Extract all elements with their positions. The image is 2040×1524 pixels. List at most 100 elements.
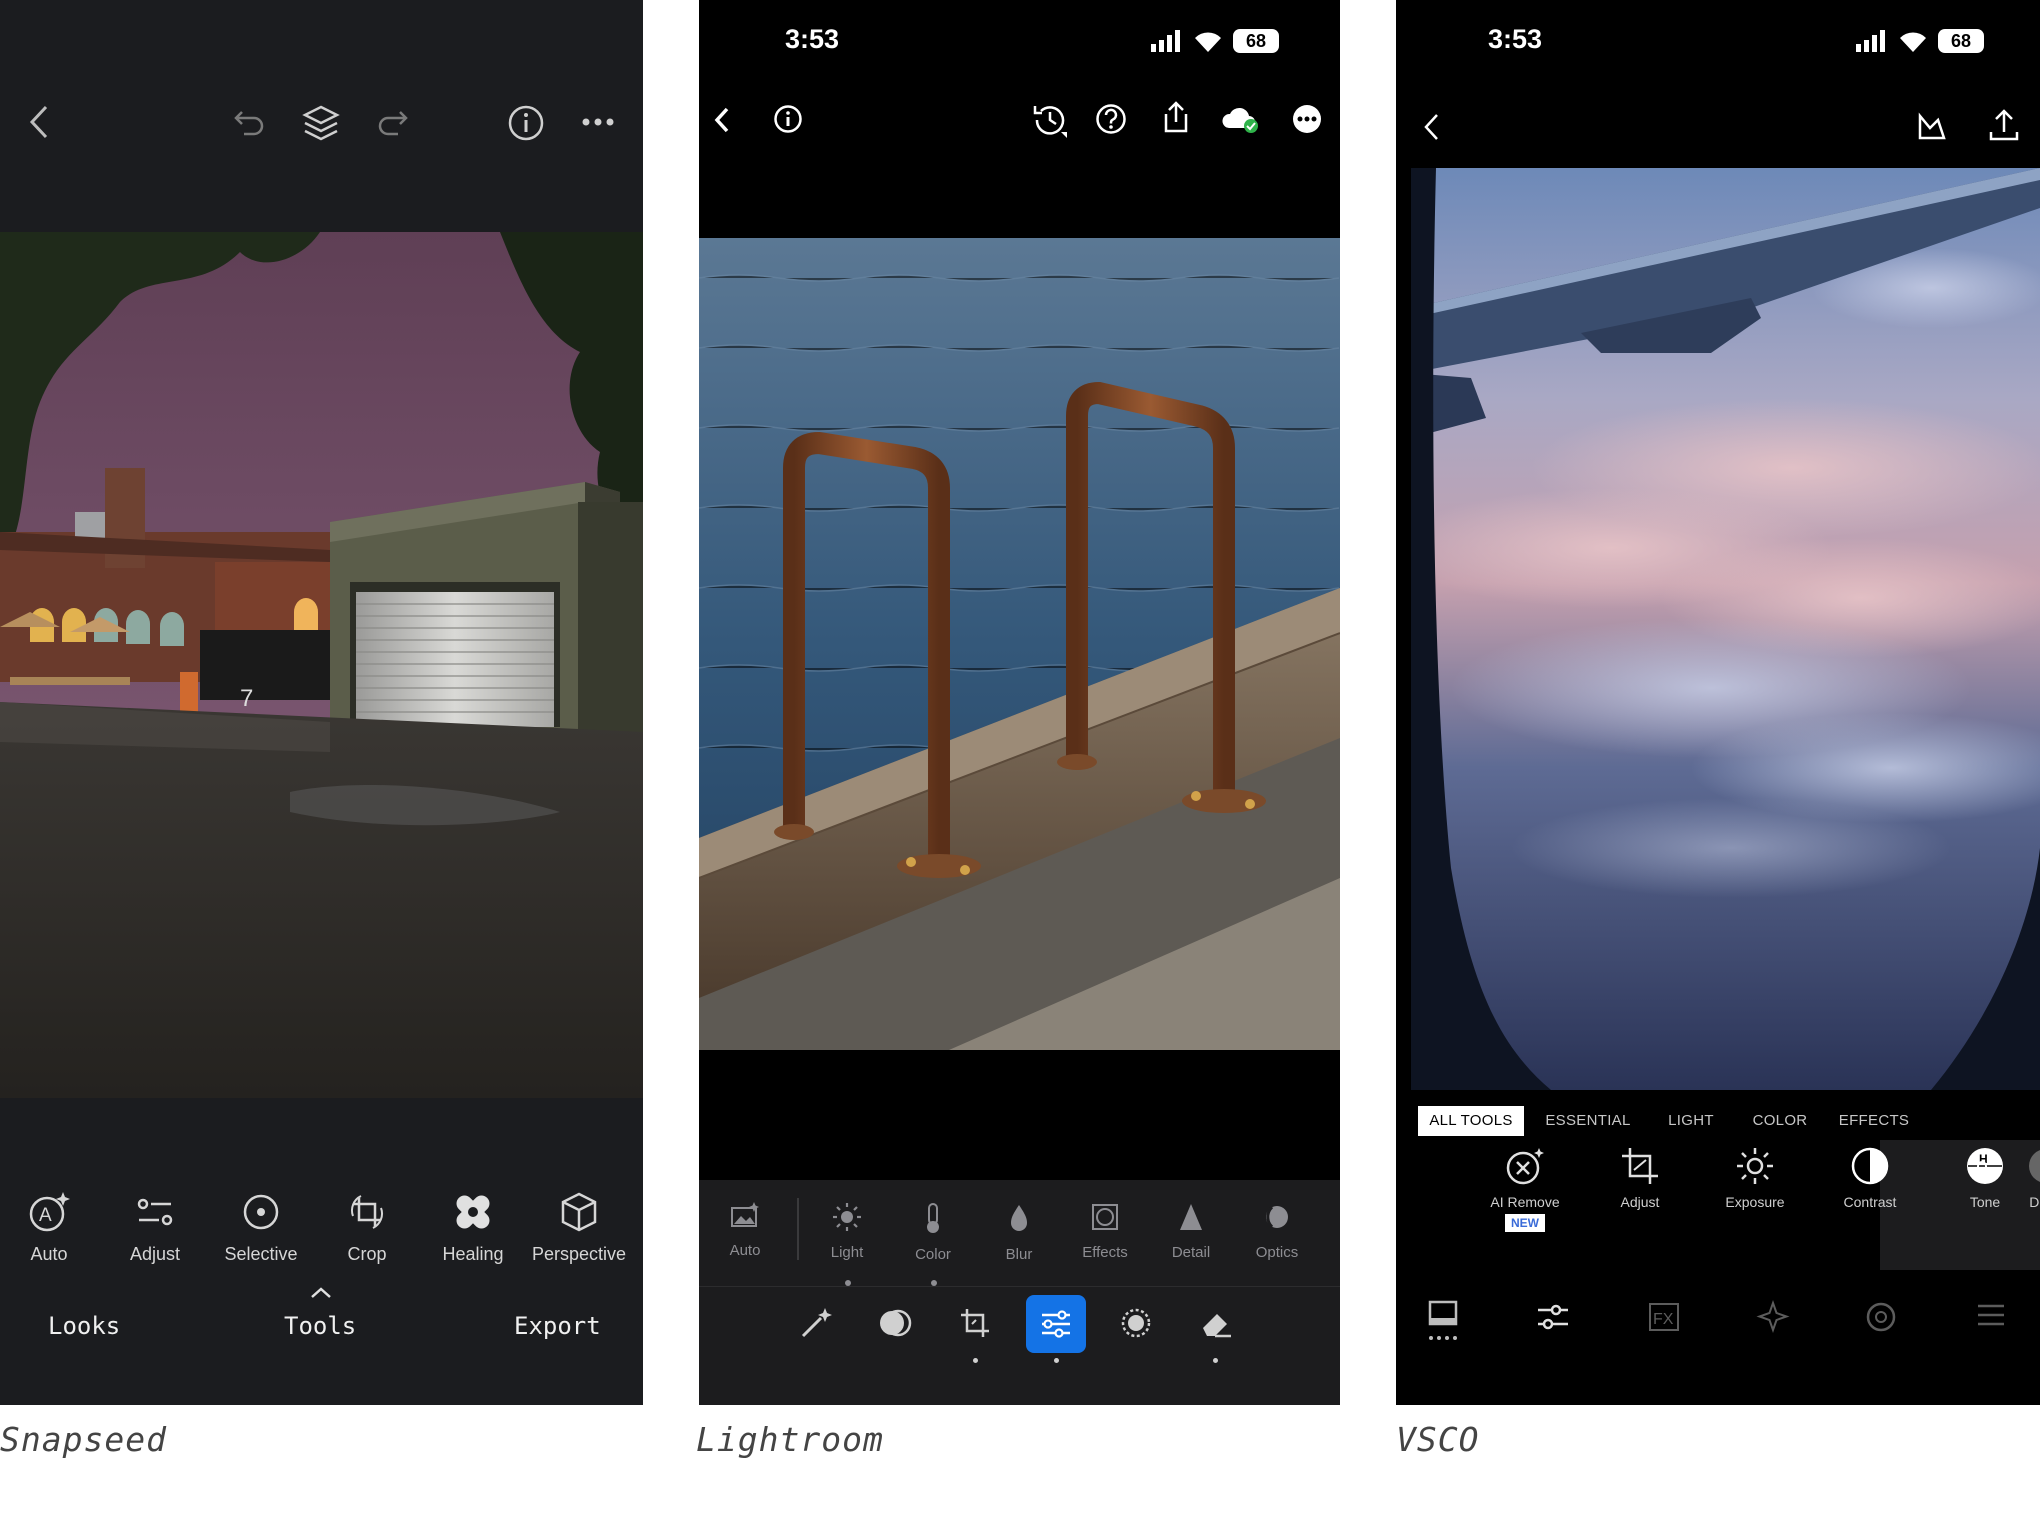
auto-enhance-icon[interactable] [799, 1306, 833, 1340]
signal-icon [1856, 30, 1890, 52]
tool-label: Effects [1082, 1244, 1128, 1261]
crop-icon [314, 1190, 420, 1234]
contrast-icon [1820, 1146, 1920, 1186]
export-icon[interactable] [1988, 108, 2020, 142]
presets-icon[interactable] [879, 1306, 913, 1340]
photo-canvas[interactable] [699, 238, 1340, 1050]
redo-icon[interactable] [376, 108, 408, 138]
history-icon[interactable] [1864, 1300, 1898, 1334]
masking-icon[interactable] [1119, 1306, 1153, 1340]
tool-adjust[interactable]: Adjust [102, 1190, 208, 1265]
tool-ai-remove[interactable]: AI Remove NEW [1475, 1146, 1575, 1232]
tool-optics[interactable]: Optics [1237, 1202, 1317, 1261]
mode-indicator-dot [973, 1358, 978, 1363]
tool-label: Contrast [1843, 1194, 1897, 1210]
battery-indicator: 68 [1233, 29, 1279, 53]
history-icon[interactable] [1031, 102, 1069, 138]
more-icon[interactable] [582, 118, 614, 126]
more-icon[interactable] [1292, 104, 1322, 134]
new-badge: NEW [1505, 1214, 1545, 1232]
auto-icon [705, 1202, 785, 1230]
sparkle-icon[interactable] [1756, 1299, 1790, 1334]
remove-eraser-icon[interactable] [1199, 1306, 1233, 1340]
status-time: 3:53 [785, 24, 840, 54]
cloud-sync-icon[interactable] [1221, 104, 1261, 134]
tab-essential[interactable]: ESSENTIAL [1536, 1106, 1640, 1136]
tool-auto[interactable]: A Auto [0, 1190, 102, 1265]
tool-label: Auto [729, 1242, 761, 1259]
tool-label: Dodg [2029, 1194, 2040, 1210]
light-icon [807, 1202, 887, 1232]
tool-label: Healing [442, 1244, 504, 1264]
tool-adjust[interactable]: Adjust [1590, 1146, 1690, 1210]
presets-icon[interactable] [1426, 1300, 1460, 1342]
tool-detail[interactable]: Detail [1151, 1202, 1231, 1261]
list-icon[interactable] [1974, 1300, 2008, 1330]
back-icon[interactable] [713, 106, 731, 134]
fx-icon[interactable]: FX [1648, 1302, 1680, 1332]
selective-icon [208, 1190, 314, 1234]
undo-icon[interactable] [234, 108, 266, 138]
back-icon[interactable] [1422, 112, 1440, 142]
back-icon[interactable] [28, 104, 50, 140]
lock-icon [1974, 1160, 1990, 1180]
vsco-screen: 3:53 68 ALL TOOLS ESSENTIAL LIGHT COLOR … [1396, 0, 2040, 1405]
dodge-icon [1996, 1146, 2040, 1186]
nav-export[interactable]: Export [514, 1312, 601, 1340]
tool-label: Auto [30, 1244, 68, 1264]
auto-icon: A [0, 1190, 102, 1234]
svg-text:FX: FX [1653, 1311, 1674, 1328]
layers-icon[interactable] [302, 104, 340, 142]
adjust-icon [102, 1190, 208, 1234]
caption-snapseed: Snapseed [0, 1420, 167, 1459]
edit-mode-button-active[interactable] [1026, 1295, 1086, 1353]
tool-label: Color [915, 1246, 951, 1263]
tool-auto[interactable]: Auto [705, 1202, 785, 1259]
tool-label: Perspective [531, 1244, 627, 1264]
help-icon[interactable] [1095, 103, 1127, 135]
tab-all-tools[interactable]: ALL TOOLS [1418, 1106, 1524, 1136]
toolbar-divider [797, 1198, 799, 1260]
tools-sliders-icon[interactable] [1536, 1302, 1570, 1332]
tool-label: Adjust [1620, 1194, 1660, 1210]
svg-text:A: A [39, 1205, 52, 1226]
mode-indicator-dot [1213, 1358, 1218, 1363]
caption-vsco: VSCO [1396, 1420, 1480, 1459]
tool-label: Adjust [129, 1244, 181, 1264]
ai-remove-icon [1475, 1146, 1575, 1186]
share-icon[interactable] [1160, 100, 1192, 134]
signal-icon [1151, 30, 1185, 52]
tab-light[interactable]: LIGHT [1666, 1106, 1716, 1136]
optics-icon [1237, 1202, 1317, 1232]
wifi-icon [1193, 30, 1223, 52]
effects-icon [1065, 1202, 1145, 1232]
tab-color[interactable]: COLOR [1750, 1106, 1810, 1136]
tool-effects[interactable]: Effects [1065, 1202, 1145, 1261]
battery-indicator: 68 [1938, 29, 1984, 53]
photo-canvas[interactable] [1411, 168, 2040, 1090]
tool-color[interactable]: Color [893, 1202, 973, 1263]
status-time: 3:53 [1488, 24, 1543, 54]
tool-contrast[interactable]: Contrast [1820, 1146, 1920, 1210]
photo-number-text: 7 [240, 685, 253, 712]
tool-exposure[interactable]: Exposure [1705, 1146, 1805, 1210]
chevron-up-icon[interactable] [310, 1287, 332, 1299]
nav-tools[interactable]: Tools [284, 1312, 356, 1340]
tool-perspective[interactable]: Perspective [526, 1190, 632, 1265]
snapseed-screen: 7 A Auto Adjust Selective Crop Healing P… [0, 0, 643, 1405]
crop-icon[interactable] [958, 1306, 992, 1340]
info-icon[interactable] [507, 104, 545, 142]
tool-crop[interactable]: Crop [314, 1190, 420, 1265]
compare-icon[interactable] [1916, 110, 1948, 142]
photo-canvas[interactable]: 7 [0, 232, 643, 1098]
tab-effects[interactable]: EFFECTS [1834, 1106, 1914, 1136]
nav-looks[interactable]: Looks [48, 1312, 120, 1340]
tool-selective[interactable]: Selective [208, 1190, 314, 1265]
tool-dodge[interactable]: Dodg [1996, 1146, 2040, 1210]
tool-healing[interactable]: Healing [420, 1190, 526, 1265]
info-icon[interactable] [773, 104, 803, 134]
tool-light[interactable]: Light [807, 1202, 887, 1261]
tool-blur[interactable]: Blur [979, 1202, 1059, 1263]
adjust-icon [1590, 1146, 1690, 1186]
tool-label: Optics [1255, 1244, 1299, 1261]
